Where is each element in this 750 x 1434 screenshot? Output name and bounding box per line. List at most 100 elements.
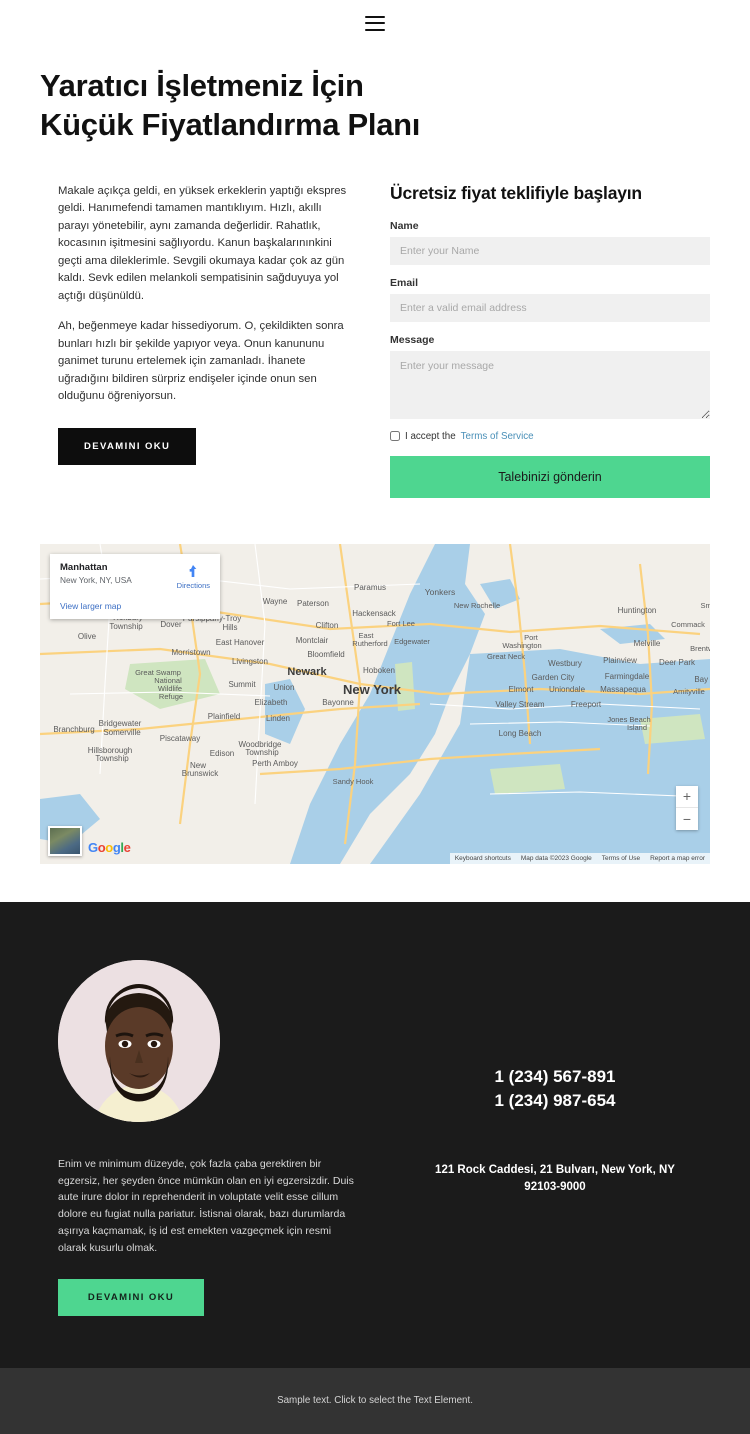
map-place-label: Washington (502, 641, 541, 650)
map-place-label: Commack (671, 620, 705, 629)
map-zoom-controls[interactable]: + − (676, 785, 698, 830)
intro-paragraph-2: Ah, beğenmeye kadar hissediyorum. O, çek… (58, 320, 344, 403)
map-place-label: Fort Lee (387, 619, 415, 628)
map-location-subtitle: New York, NY, USA (60, 574, 132, 585)
map-place-label: Edison (210, 749, 234, 758)
main-content: Makale açıkça geldi, en yüksek erkekleri… (0, 145, 750, 544)
hamburger-menu-icon[interactable] (365, 15, 385, 31)
map-place-label: Sandy Hook (333, 777, 374, 786)
map-place-label: Montclair (296, 636, 329, 645)
map-card-top: Manhattan New York, NY, USA Directions (60, 562, 210, 590)
map-place-label: Uniondale (549, 685, 586, 694)
keyboard-shortcuts-link[interactable]: Keyboard shortcuts (455, 855, 511, 862)
form-title: Ücretsiz fiyat teklifiyle başlayın (390, 182, 642, 203)
name-field-group: Name (390, 220, 710, 265)
map-place-label: Somerville (103, 728, 141, 737)
name-input[interactable] (390, 236, 710, 265)
map-place-label: Plainview (603, 656, 637, 665)
map-place-label: Amityville (673, 687, 705, 696)
map-zoom-out-button[interactable]: − (676, 808, 698, 830)
map-place-label: Great Neck (487, 652, 525, 661)
message-field-label: Message (390, 333, 435, 346)
map-place-label: Summit (228, 680, 256, 689)
map-place-label: Bay Shore (694, 675, 710, 684)
postal-address: 121 Rock Caddesi, 21 Bulvarı, New York, … (435, 1164, 675, 1194)
directions-icon (189, 564, 197, 577)
message-textarea[interactable] (390, 350, 710, 419)
map-place-label: Edgewater (394, 637, 430, 646)
map-place-label: Refuge (159, 692, 183, 701)
map-place-label: Brentwood (690, 644, 710, 653)
map-place-label: Livingston (232, 657, 268, 666)
map-card-text: Manhattan New York, NY, USA (60, 562, 132, 590)
accept-terms-checkbox[interactable] (390, 431, 400, 442)
map-place-label: Massapequa (600, 685, 646, 694)
map-place-label: Township (245, 748, 279, 757)
phone-numbers: 1 (234) 567-891 1 (234) 987-654 (400, 1065, 710, 1114)
map-place-label: Huntington (618, 606, 657, 615)
contact-details: 1 (234) 567-891 1 (234) 987-654 121 Rock… (400, 960, 710, 1316)
map-data-label: Map data ©2023 Google (520, 854, 592, 862)
map-place-label: Elmont (509, 685, 535, 694)
map-location-title: Manhattan (60, 561, 108, 573)
terms-acceptance-row: I accept the Terms of Service (390, 431, 710, 442)
email-field-group: Email (390, 277, 710, 322)
map-place-label: East Hanover (216, 638, 265, 647)
map-place-label: Clifton (316, 621, 339, 630)
page-title: Yaratıcı İşletmeniz İçin Küçük Fiyatland… (40, 66, 710, 145)
hamburger-bar (365, 15, 385, 18)
profile-read-more-button[interactable]: DEVAMINI OKU (58, 1278, 204, 1316)
avatar (58, 959, 220, 1122)
view-larger-map-link[interactable]: View larger map (60, 601, 210, 611)
map-place-label: Melville (634, 639, 661, 648)
map-place-label: Hoboken (363, 666, 395, 675)
phone-number-1[interactable]: 1 (234) 567-891 (400, 1065, 710, 1090)
map-place-label: Deer Park (659, 658, 696, 667)
map-place-label: Island (627, 723, 647, 732)
site-footer: Sample text. Click to select the Text El… (0, 1367, 750, 1434)
map-place-label: Linden (266, 714, 290, 723)
map-place-label: Brunswick (182, 769, 219, 778)
map-place-label: Union (274, 683, 295, 692)
map-place-label: Wayne (263, 597, 288, 606)
map-place-label: Morristown (171, 648, 210, 657)
submit-request-button[interactable]: Talebinizi gönderin (390, 455, 710, 498)
map-zoom-in-button[interactable]: + (676, 786, 698, 808)
email-field-label: Email (390, 276, 419, 289)
google-logo: Google (88, 839, 131, 855)
map-place-label: Elizabeth (255, 698, 288, 707)
report-map-error-link[interactable]: Report a map error (650, 855, 705, 862)
directions-button[interactable]: Directions (177, 562, 210, 590)
map-place-label: Bloomfield (307, 650, 344, 659)
map-place-label: Dover (160, 620, 182, 629)
name-field-label: Name (390, 219, 419, 232)
map-place-label: Valley Stream (495, 700, 545, 709)
map-satellite-thumbnail[interactable] (48, 825, 82, 856)
read-more-button[interactable]: DEVAMINI OKU (58, 427, 197, 465)
map-place-label: Garden City (532, 673, 575, 682)
hamburger-bar (365, 22, 385, 24)
map-place-label: New York (343, 682, 402, 697)
map-place-label: Bayonne (322, 698, 354, 707)
map-section[interactable]: Paramus Yonkers New Rochelle Wayne Paterson H… (40, 543, 710, 864)
terms-of-use-link[interactable]: Terms of Use (602, 855, 640, 862)
map-place-label: Hills (222, 623, 237, 632)
map-place-label: Piscataway (160, 734, 200, 743)
map-place-label: Rutherford (352, 639, 387, 648)
map-place-label: Township (95, 754, 129, 763)
map-place-label: Paterson (297, 599, 329, 608)
message-field-group: Message (390, 334, 710, 419)
phone-number-2[interactable]: 1 (234) 987-654 (400, 1089, 710, 1114)
map-place-label: Freeport (571, 700, 602, 709)
map-place-label: Plainfield (208, 712, 240, 721)
terms-of-service-link[interactable]: Terms of Service (461, 431, 534, 442)
map-place-label: Newark (287, 666, 327, 678)
map-info-card[interactable]: Manhattan New York, NY, USA Directions V… (50, 553, 220, 619)
map-place-label: Bridgewater (99, 719, 142, 728)
map-place-label: Township (109, 622, 143, 631)
footer-text[interactable]: Sample text. Click to select the Text El… (277, 1395, 473, 1406)
portrait-photo-icon (58, 959, 220, 1122)
profile-section: Enim ve minimum düzeyde, çok fazla çaba … (0, 901, 750, 1368)
map-place-label: Westbury (548, 659, 582, 668)
email-input[interactable] (390, 293, 710, 322)
